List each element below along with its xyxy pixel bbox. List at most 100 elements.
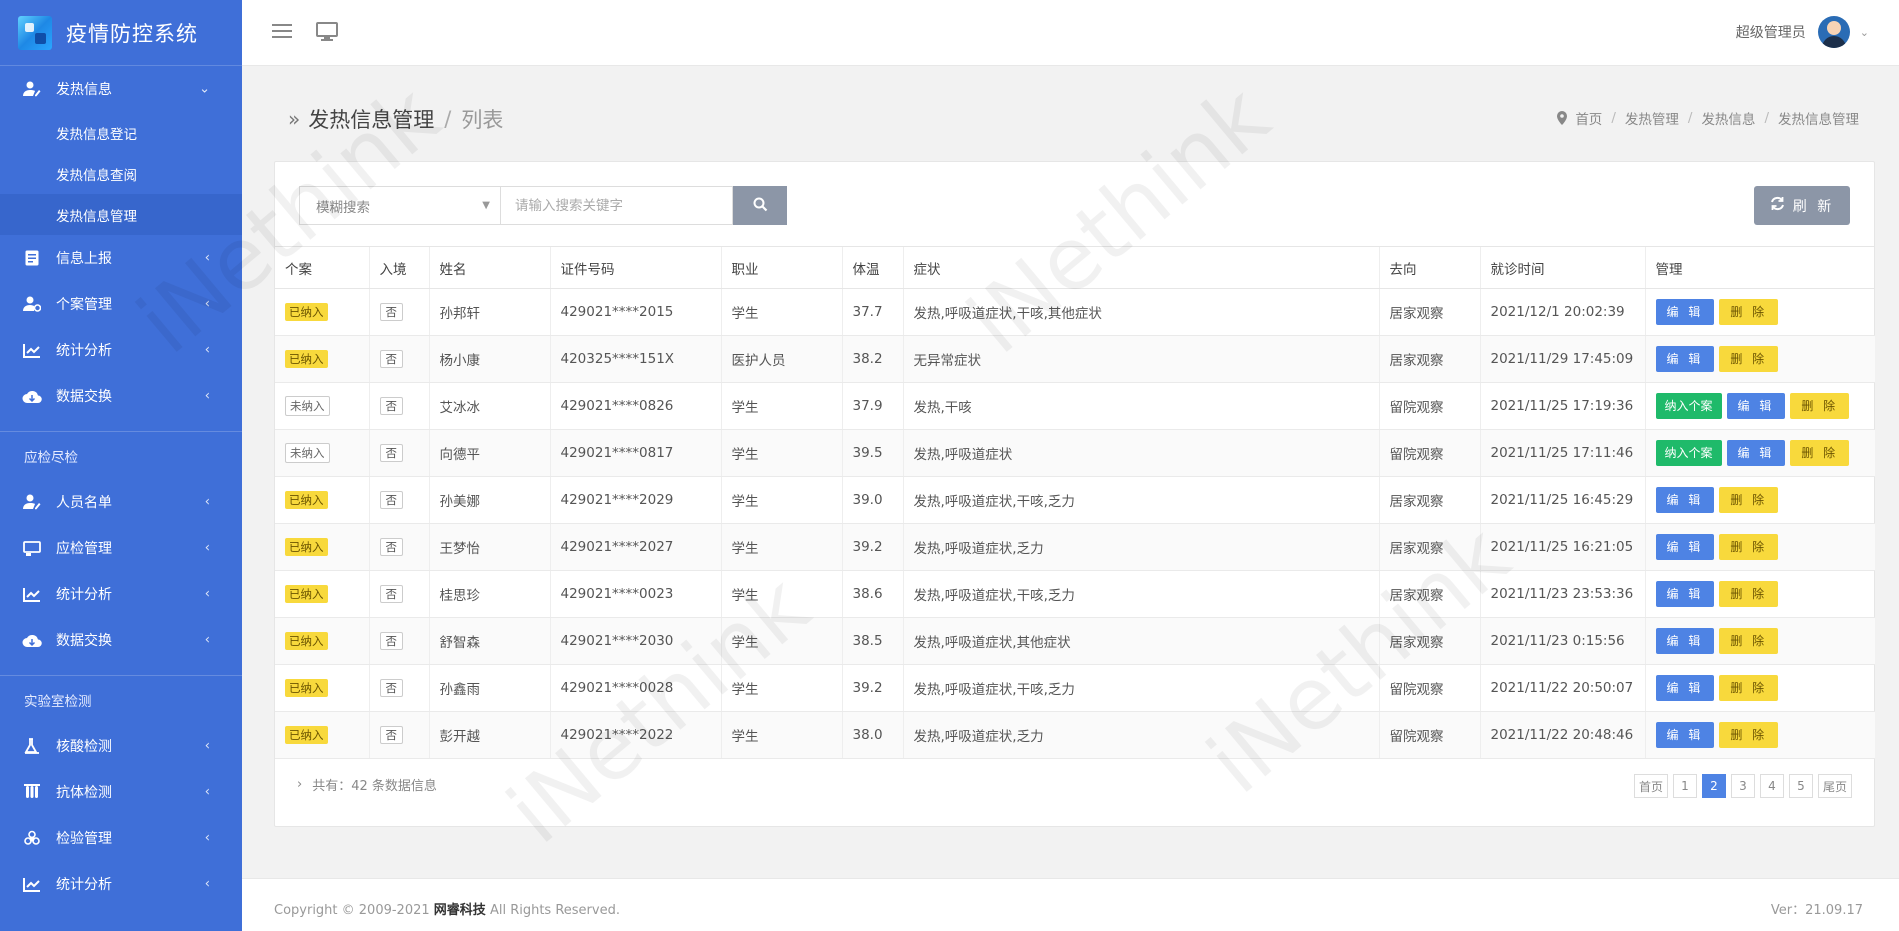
sidebar-item-personnel-list[interactable]: 人员名单 ‹ xyxy=(0,479,242,525)
cell-actions: 纳入个案编 辑删 除 xyxy=(1644,429,1875,477)
page-1[interactable]: 1 xyxy=(1672,774,1697,798)
cell-case: 已纳入 xyxy=(275,288,369,336)
breadcrumb: 首页 / 发热管理 / 发热信息 / 发热信息管理 xyxy=(1557,108,1859,128)
monitor-icon[interactable] xyxy=(316,22,338,42)
cell-time: 2021/11/23 0:15:56 xyxy=(1479,617,1645,665)
include-case-button[interactable]: 纳入个案 xyxy=(1655,440,1722,466)
delete-button[interactable]: 删 除 xyxy=(1719,487,1779,513)
edit-button[interactable]: 编 辑 xyxy=(1655,346,1715,372)
delete-button[interactable]: 删 除 xyxy=(1790,393,1850,419)
brand[interactable]: 疫情防控系统 xyxy=(0,0,242,66)
cell-entry: 否 xyxy=(368,382,429,430)
col-header[interactable]: 入境 xyxy=(368,246,429,289)
chevron-left-icon: ‹ xyxy=(204,586,210,602)
page-last[interactable]: 尾页 xyxy=(1817,774,1852,798)
sidebar-item-nucleic-test[interactable]: 核酸检测 ‹ xyxy=(0,723,242,769)
sidebar-item-stats[interactable]: 统计分析 ‹ xyxy=(0,327,242,373)
col-header[interactable]: 姓名 xyxy=(428,246,550,289)
cell-actions: 纳入个案编 辑删 除 xyxy=(1644,382,1875,430)
test-tube-icon xyxy=(22,782,42,802)
status-badge: 未纳入 xyxy=(285,443,330,463)
table-row: 未纳入 否 艾冰冰 429021****0826 学生 37.9 发热,干咳 留… xyxy=(275,382,1875,430)
col-header[interactable]: 个案 xyxy=(275,246,369,289)
col-header[interactable]: 症状 xyxy=(902,246,1379,289)
user-name: 超级管理员 xyxy=(1735,25,1806,41)
delete-button[interactable]: 删 除 xyxy=(1719,299,1779,325)
double-chevron-right-icon: » xyxy=(288,107,301,131)
cell-id: 429021****0028 xyxy=(549,664,721,712)
col-header[interactable]: 去向 xyxy=(1378,246,1480,289)
entry-badge: 否 xyxy=(379,303,403,321)
delete-button[interactable]: 删 除 xyxy=(1719,675,1779,701)
breadcrumb-fever-manage[interactable]: 发热管理 xyxy=(1625,108,1679,128)
edit-button[interactable]: 编 辑 xyxy=(1655,581,1715,607)
sidebar-item-inspection-manage[interactable]: 检验管理 ‹ xyxy=(0,815,242,861)
sidebar-item-data-exchange[interactable]: 数据交换 ‹ xyxy=(0,373,242,419)
edit-button[interactable]: 编 辑 xyxy=(1655,534,1715,560)
page-2[interactable]: 2 xyxy=(1701,774,1726,798)
search-input[interactable] xyxy=(501,186,733,225)
include-case-button[interactable]: 纳入个案 xyxy=(1655,393,1722,419)
delete-button[interactable]: 删 除 xyxy=(1719,346,1779,372)
page-5[interactable]: 5 xyxy=(1788,774,1813,798)
sidebar-item-antibody-test[interactable]: 抗体检测 ‹ xyxy=(0,769,242,815)
user-menu[interactable]: 超级管理员 ⌄ xyxy=(1736,16,1869,48)
edit-button[interactable]: 编 辑 xyxy=(1655,299,1715,325)
cell-id: 429021****2027 xyxy=(549,523,721,571)
sidebar-subitem-fever-manage[interactable]: 发热信息管理 xyxy=(0,194,242,235)
breadcrumb-home[interactable]: 首页 xyxy=(1575,108,1602,128)
breadcrumb-fever-info[interactable]: 发热信息 xyxy=(1701,108,1755,128)
chevron-left-icon: ‹ xyxy=(204,342,210,358)
page-3[interactable]: 3 xyxy=(1730,774,1755,798)
sidebar-item-case-manage[interactable]: 个案管理 ‹ xyxy=(0,281,242,327)
table-row: 已纳入 否 王梦怡 429021****2027 学生 39.2 发热,呼吸道症… xyxy=(275,523,1875,571)
search-mode-select[interactable]: 模糊搜索 ▼ xyxy=(299,186,501,225)
search-button[interactable] xyxy=(733,186,787,225)
cell-entry: 否 xyxy=(368,711,429,759)
col-header[interactable]: 职业 xyxy=(720,246,842,289)
delete-button[interactable]: 删 除 xyxy=(1719,628,1779,654)
cell-dest: 留院观察 xyxy=(1378,664,1480,712)
sidebar-item-info-report[interactable]: 信息上报 ‹ xyxy=(0,235,242,281)
search-icon xyxy=(753,197,768,215)
sidebar-item-stats-2[interactable]: 统计分析 ‹ xyxy=(0,571,242,617)
cell-name: 向德平 xyxy=(428,429,550,477)
sidebar-item-fever-info[interactable]: 发热信息 ⌄ xyxy=(0,66,242,112)
menu-toggle-icon[interactable] xyxy=(272,24,292,40)
edit-button[interactable]: 编 辑 xyxy=(1655,487,1715,513)
col-header[interactable]: 体温 xyxy=(841,246,903,289)
edit-button[interactable]: 编 辑 xyxy=(1655,675,1715,701)
sidebar-item-test-manage[interactable]: 应检管理 ‹ xyxy=(0,525,242,571)
company-name[interactable]: 网睿科技 xyxy=(434,903,486,918)
delete-button[interactable]: 删 除 xyxy=(1719,581,1779,607)
submenu-fever: 发热信息登记 发热信息查阅 发热信息管理 xyxy=(0,112,242,235)
breadcrumb-current: 发热信息管理 xyxy=(1778,112,1859,128)
cell-job: 学生 xyxy=(720,288,842,336)
refresh-button[interactable]: 刷 新 xyxy=(1754,186,1850,225)
col-header[interactable]: 就诊时间 xyxy=(1479,246,1645,289)
cell-id: 429021****2030 xyxy=(549,617,721,665)
cell-name: 桂思珍 xyxy=(428,570,550,618)
edit-button[interactable]: 编 辑 xyxy=(1655,628,1715,654)
edit-button[interactable]: 编 辑 xyxy=(1726,393,1786,419)
cell-actions: 编 辑删 除 xyxy=(1644,476,1875,524)
page-4[interactable]: 4 xyxy=(1759,774,1784,798)
cell-job: 学生 xyxy=(720,711,842,759)
chevron-left-icon: ‹ xyxy=(204,784,210,800)
sidebar-item-data-exchange-2[interactable]: 数据交换 ‹ xyxy=(0,617,242,663)
delete-button[interactable]: 删 除 xyxy=(1790,440,1850,466)
delete-button[interactable]: 删 除 xyxy=(1719,722,1779,748)
col-header[interactable]: 证件号码 xyxy=(549,246,721,289)
sidebar-item-stats-3[interactable]: 统计分析 ‹ xyxy=(0,861,242,907)
cell-entry: 否 xyxy=(368,570,429,618)
edit-button[interactable]: 编 辑 xyxy=(1655,722,1715,748)
cell-case: 已纳入 xyxy=(275,617,369,665)
cell-case: 已纳入 xyxy=(275,711,369,759)
page-first[interactable]: 首页 xyxy=(1633,774,1668,798)
edit-button[interactable]: 编 辑 xyxy=(1726,440,1786,466)
delete-button[interactable]: 删 除 xyxy=(1719,534,1779,560)
cell-id: 429021****0817 xyxy=(549,429,721,477)
sidebar-subitem-fever-query[interactable]: 发热信息查阅 xyxy=(0,153,242,194)
list-card: 模糊搜索 ▼ 刷 新 个案 入境 姓名 证件号码 职业 体温 症状 去向 就诊时… xyxy=(274,161,1875,827)
sidebar-subitem-fever-register[interactable]: 发热信息登记 xyxy=(0,112,242,153)
